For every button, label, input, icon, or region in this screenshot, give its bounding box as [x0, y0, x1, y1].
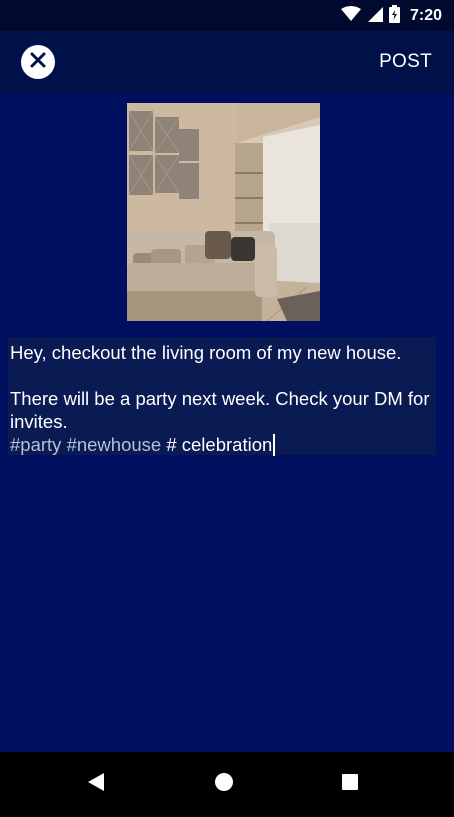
caption-text: Hey, checkout the living room of my new … — [10, 341, 434, 456]
close-button[interactable] — [21, 45, 55, 79]
back-button[interactable] — [78, 766, 114, 802]
caption-line-2: There will be a party next week. Check y… — [10, 388, 435, 432]
nav-bar — [0, 752, 454, 817]
recents-button[interactable] — [332, 766, 368, 802]
hashtag-newhouse: #newhouse — [66, 434, 162, 455]
battery-icon — [388, 4, 400, 28]
close-icon — [30, 52, 46, 73]
signal-icon — [367, 6, 383, 27]
wifi-icon — [340, 5, 361, 27]
status-bar: 7:20 — [0, 0, 454, 31]
back-icon — [87, 772, 105, 797]
status-time: 7:20 — [409, 7, 442, 24]
caption-input[interactable]: Hey, checkout the living room of my new … — [8, 337, 436, 456]
caption-line-1: Hey, checkout the living room of my new … — [10, 342, 402, 363]
hashtag-party: #party — [10, 434, 62, 455]
status-icons: 7:20 — [340, 4, 442, 28]
hashtag-celebration: # celebration — [166, 434, 273, 455]
text-cursor — [273, 434, 276, 456]
app-bar: POST — [0, 31, 454, 94]
living-room-photo[interactable] — [127, 103, 320, 321]
compose-area: Hey, checkout the living room of my new … — [0, 94, 454, 752]
post-button[interactable]: POST — [379, 51, 432, 73]
home-button[interactable] — [206, 766, 242, 802]
recents-icon — [341, 773, 359, 796]
home-icon — [214, 772, 234, 797]
